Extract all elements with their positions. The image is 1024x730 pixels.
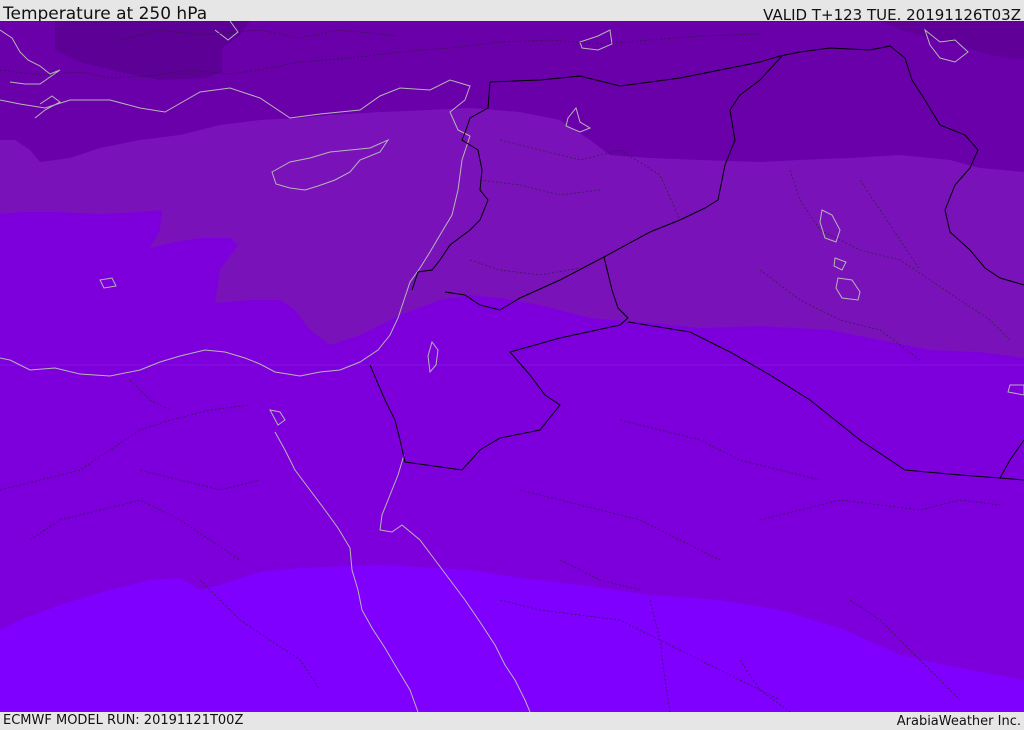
- header-bar: Temperature at 250 hPa VALID T+123 TUE. …: [0, 0, 1024, 24]
- model-run: ECMWF MODEL RUN: 20191121T00Z: [3, 713, 244, 728]
- temperature-map[interactable]: [0, 21, 1024, 712]
- footer-bar: ECMWF MODEL RUN: 20191121T00Z ArabiaWeat…: [0, 712, 1024, 729]
- credit: ArabiaWeather Inc.: [896, 714, 1021, 729]
- map-canvas: [0, 21, 1024, 712]
